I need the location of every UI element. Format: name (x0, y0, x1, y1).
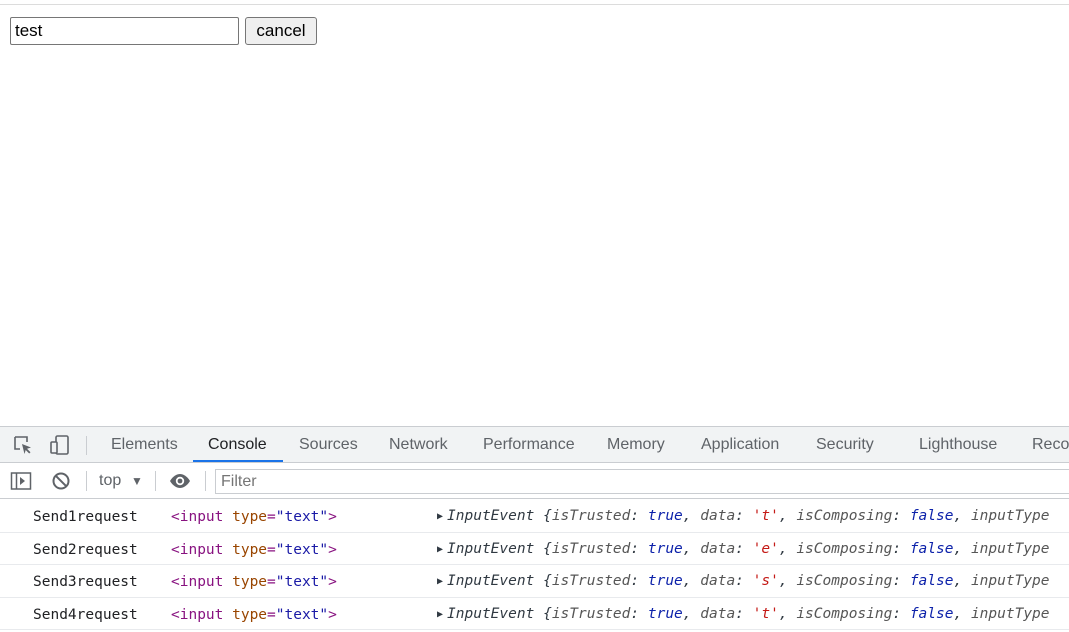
expand-triangle-icon[interactable]: ▶ (437, 609, 443, 620)
tab-network[interactable]: Network (389, 427, 448, 463)
live-expression-eye-icon[interactable] (168, 471, 192, 491)
toolbar-divider (86, 471, 87, 491)
tab-sources[interactable]: Sources (299, 427, 358, 463)
console-message-text: Send1request (33, 509, 138, 525)
devtools-panel: Elements Console Sources Network Perform… (0, 426, 1069, 632)
console-log: Send1request <input type="text"> ▶ InputE… (0, 500, 1069, 630)
device-toolbar-icon[interactable] (48, 434, 72, 456)
expand-triangle-icon[interactable]: ▶ (437, 544, 443, 555)
tab-elements[interactable]: Elements (111, 427, 178, 463)
tab-console[interactable]: Console (208, 427, 267, 463)
console-message-text: Send2request (33, 541, 138, 558)
console-message-row: Send4request <input type="text"> ▶ InputE… (0, 598, 1069, 630)
console-message-row: Send3request <input type="text"> ▶ InputE… (0, 565, 1069, 598)
element-reference[interactable]: <input type="text"> (171, 509, 337, 525)
devtools-tab-bar: Elements Console Sources Network Perform… (0, 426, 1069, 463)
tab-performance[interactable]: Performance (483, 427, 575, 463)
object-preview[interactable]: ▶ InputEvent {isTrusted: true, data: 't',… (437, 508, 1050, 524)
sidebar-toggle-icon[interactable] (10, 471, 32, 491)
page-top-border (0, 4, 1069, 5)
console-message-text: Send3request (33, 574, 138, 590)
console-message-row: Send2request <input type="text"> ▶ InputE… (0, 533, 1069, 565)
context-selector[interactable]: top (99, 463, 121, 499)
active-tab-indicator (193, 460, 283, 462)
toolbar-divider (205, 471, 206, 491)
tab-security[interactable]: Security (816, 427, 874, 463)
console-message-text: Send4request (33, 606, 138, 623)
inspect-element-icon[interactable] (12, 435, 34, 455)
text-input[interactable] (10, 17, 239, 45)
element-reference[interactable]: <input type="text"> (171, 542, 337, 558)
tab-application[interactable]: Application (701, 427, 779, 463)
toolbar-divider (86, 436, 87, 455)
console-message-row: Send1request <input type="text"> ▶ InputE… (0, 500, 1069, 533)
cancel-button[interactable]: cancel (245, 17, 317, 45)
object-preview[interactable]: ▶ InputEvent {isTrusted: true, data: 'e',… (437, 541, 1050, 557)
clear-console-icon[interactable] (51, 471, 71, 491)
object-preview[interactable]: ▶ InputEvent {isTrusted: true, data: 't',… (437, 606, 1050, 622)
tab-lighthouse[interactable]: Lighthouse (919, 427, 997, 463)
element-reference[interactable]: <input type="text"> (171, 607, 337, 623)
expand-triangle-icon[interactable]: ▶ (437, 576, 443, 587)
expand-triangle-icon[interactable]: ▶ (437, 511, 443, 522)
console-toolbar: top ▼ (0, 463, 1069, 499)
object-preview[interactable]: ▶ InputEvent {isTrusted: true, data: 's',… (437, 573, 1050, 589)
console-filter-input[interactable] (215, 469, 1069, 494)
dropdown-arrow-icon[interactable]: ▼ (131, 463, 143, 499)
element-reference[interactable]: <input type="text"> (171, 574, 337, 590)
tab-memory[interactable]: Memory (607, 427, 665, 463)
toolbar-divider (155, 471, 156, 491)
tab-recorder[interactable]: Reco (1032, 427, 1069, 463)
